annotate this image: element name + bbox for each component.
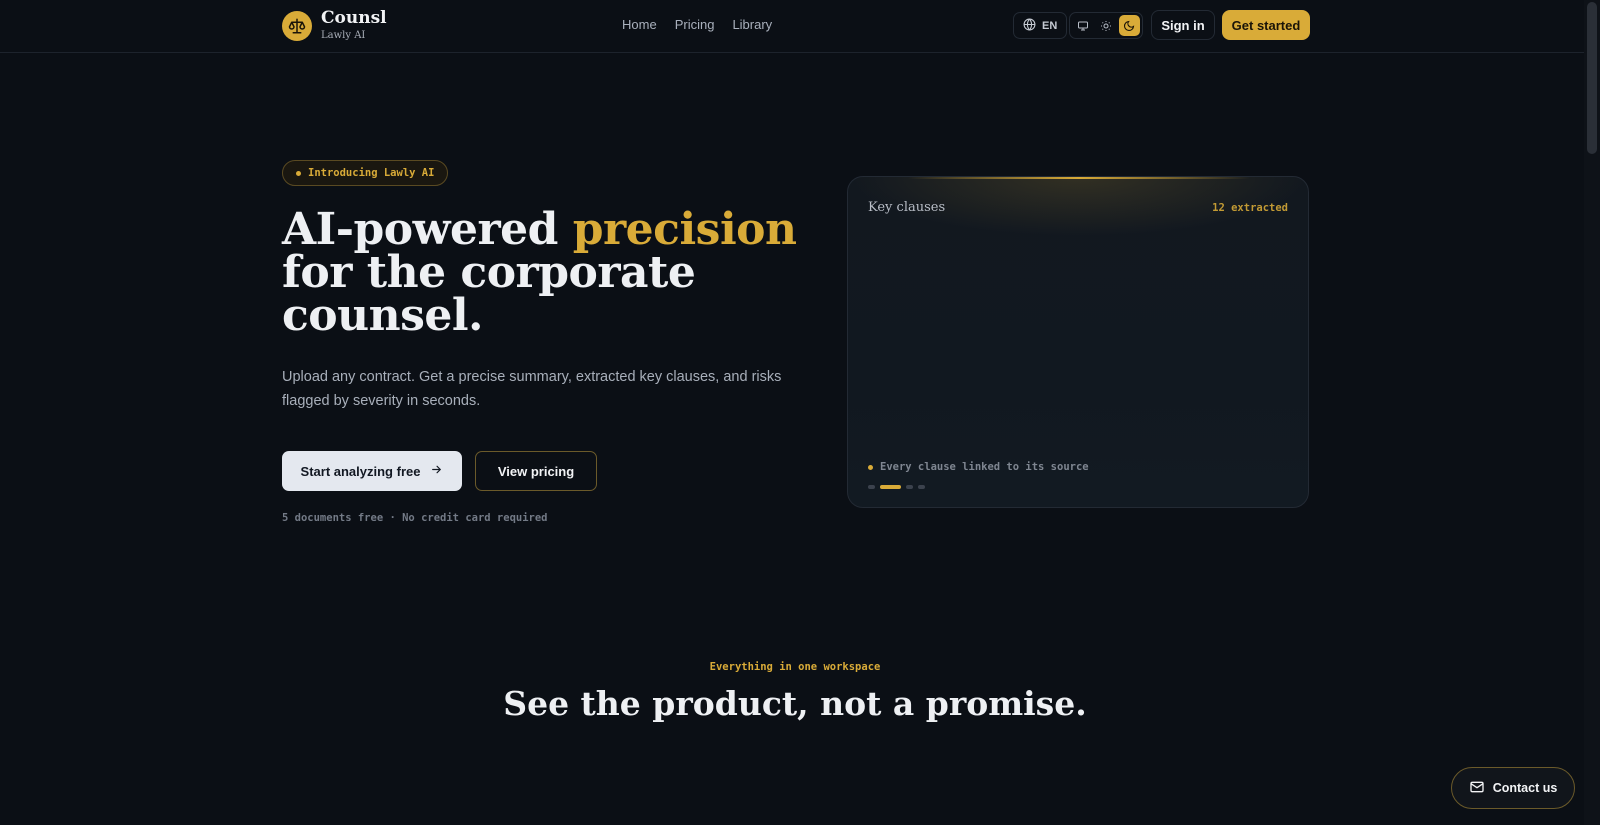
hero-title: AI-powered precision for the corporate c…: [282, 208, 802, 338]
section-title: See the product, not a promise.: [503, 684, 1087, 723]
scales-icon: [282, 10, 312, 41]
sun-icon[interactable]: [1095, 15, 1116, 36]
brand-name: Counsl: [321, 8, 387, 28]
hero-title-part2: for the corporate counsel.: [282, 247, 696, 341]
monitor-icon[interactable]: [1072, 15, 1093, 36]
badge-dot: [296, 170, 301, 176]
mail-icon: [1469, 779, 1485, 798]
key-clauses-card: Key clauses 12 extracted Every clause li…: [847, 176, 1309, 508]
contact-us-button[interactable]: Contact us: [1451, 767, 1575, 809]
main-nav: Home Pricing Library: [622, 17, 772, 32]
start-analyzing-label: Start analyzing free: [300, 463, 421, 479]
brand[interactable]: Counsl Lawly AI: [282, 10, 387, 41]
carousel-dot[interactable]: [918, 485, 925, 489]
scrollbar-thumb[interactable]: [1587, 2, 1597, 154]
brand-subtitle: Lawly AI: [321, 30, 366, 41]
nav-home[interactable]: Home: [622, 17, 657, 32]
card-caption: Every clause linked to its source: [868, 461, 1089, 473]
nav-library[interactable]: Library: [732, 17, 772, 32]
section-eyebrow: Everything in one workspace: [709, 661, 881, 673]
sign-in-button[interactable]: Sign in: [1151, 10, 1215, 40]
card-count: 12 extracted: [1212, 202, 1288, 214]
top-nav-bar: Counsl Lawly AI Home Pricing Library EN: [0, 0, 1584, 53]
carousel-dot[interactable]: [906, 485, 913, 489]
language-selector[interactable]: EN: [1013, 12, 1068, 39]
carousel-dot[interactable]: [868, 485, 875, 489]
view-pricing-button[interactable]: View pricing: [475, 451, 597, 491]
hero-description: Upload any contract. Get a precise summa…: [282, 369, 782, 409]
hero-note: 5 documents free · No credit card requir…: [282, 512, 548, 524]
card-top-accent: [908, 177, 1250, 179]
language-label: EN: [1042, 19, 1058, 32]
card-title: Key clauses: [868, 200, 946, 215]
get-started-button[interactable]: Get started: [1222, 10, 1310, 40]
start-analyzing-button[interactable]: Start analyzing free: [282, 451, 462, 491]
globe-icon: [1023, 18, 1036, 34]
caption-text: Every clause linked to its source: [880, 461, 1089, 473]
carousel-indicators: [868, 485, 925, 489]
moon-icon[interactable]: [1118, 15, 1140, 36]
badge-label: Introducing Lawly AI: [308, 167, 435, 179]
intro-badge: Introducing Lawly AI: [282, 160, 449, 186]
nav-pricing[interactable]: Pricing: [675, 17, 715, 32]
theme-switcher: [1069, 12, 1143, 39]
page-scrollbar[interactable]: [1584, 0, 1600, 825]
contact-us-label: Contact us: [1492, 781, 1558, 795]
caption-dot: [868, 464, 873, 470]
carousel-dot-active[interactable]: [880, 485, 901, 489]
arrow-right-icon: [430, 463, 443, 479]
